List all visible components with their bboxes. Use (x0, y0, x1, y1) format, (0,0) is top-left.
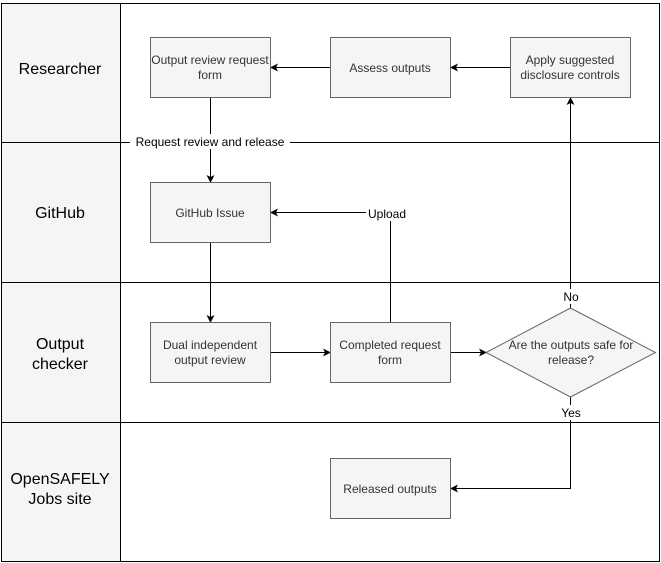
nodes: Output review request form Assess output… (150, 37, 657, 519)
node-dual-text-2: output review (174, 353, 246, 367)
lane-label-opensafely-2: Jobs site (28, 491, 91, 508)
swimlane-diagram: Researcher GitHub Output checker OpenSAF… (1, 3, 660, 562)
edge-upload (270, 208, 391, 322)
lane-label-output-checker-2: checker (32, 356, 89, 373)
lane-label-researcher: Researcher (19, 61, 102, 78)
node-dual-text: Dual independent (163, 338, 258, 352)
edge-label-upload: Upload (368, 207, 406, 221)
edge-label-yes: Yes (561, 406, 581, 420)
node-review-form-text-2: form (198, 68, 222, 82)
lane-label-output-checker: Output (36, 336, 85, 353)
edge-yes (450, 396, 571, 493)
node-decision-text-2: release? (548, 353, 594, 367)
node-apply-text: Apply suggested (526, 53, 615, 67)
node-completed-text: Completed request (339, 338, 441, 352)
lane-label-github: GitHub (35, 205, 85, 222)
node-decision-text: Are the outputs safe for (509, 338, 634, 352)
node-assess-text: Assess outputs (349, 61, 430, 75)
node-apply-text-2: disclosure controls (520, 68, 619, 82)
edges: Request review and release Upload No Yes (130, 63, 584, 493)
edge-label-request: Request review and release (136, 135, 285, 149)
node-github-issue-text: GitHub Issue (175, 206, 245, 220)
node-review-form-text: Output review request (151, 53, 269, 67)
lane-label-opensafely: OpenSAFELY (10, 471, 110, 488)
node-completed-text-2: form (378, 353, 402, 367)
edge-label-no: No (563, 290, 579, 304)
node-released-text: Released outputs (343, 482, 436, 496)
